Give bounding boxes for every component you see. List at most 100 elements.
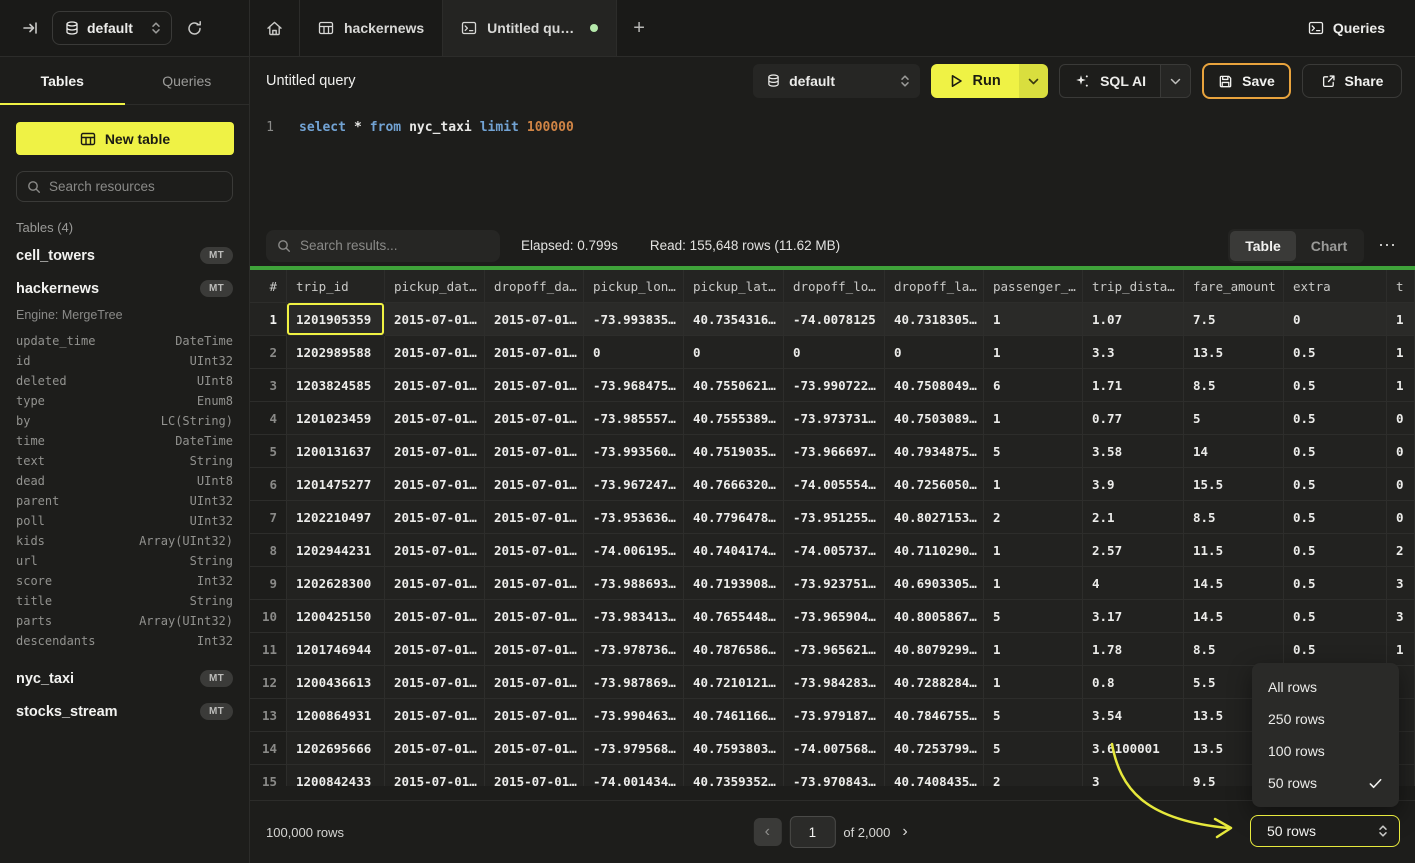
cell[interactable]: 40.7318305…	[885, 303, 984, 336]
sql-editor[interactable]: 1select*fromnyc_taxilimit100000	[250, 105, 1415, 225]
cell[interactable]: 40.7110290…	[885, 534, 984, 567]
cell[interactable]: -73.990722…	[784, 369, 885, 402]
sidebar-tab-queries[interactable]: Queries	[125, 57, 250, 104]
cell[interactable]: -73.978736…	[584, 633, 684, 666]
queries-button[interactable]: Queries	[1308, 20, 1385, 36]
tab-hackernews[interactable]: hackernews	[300, 0, 443, 56]
cell[interactable]: 2015-07-01…	[485, 336, 584, 369]
view-chart-button[interactable]: Chart	[1296, 231, 1362, 261]
cell[interactable]: 3.6100001	[1083, 732, 1184, 765]
row-number[interactable]: 14	[250, 732, 287, 765]
cell[interactable]: 13.5	[1184, 336, 1284, 369]
column-header[interactable]: extra	[1284, 270, 1387, 303]
cell[interactable]: 0.5	[1284, 336, 1387, 369]
cell[interactable]: 2015-07-01…	[385, 501, 485, 534]
cell[interactable]: 1200436613	[287, 666, 385, 699]
cell[interactable]: 14.5	[1184, 600, 1284, 633]
save-button[interactable]: Save	[1202, 63, 1291, 99]
cell[interactable]: -73.993560…	[584, 435, 684, 468]
cell[interactable]: 40.7519035…	[684, 435, 784, 468]
row-number[interactable]: 11	[250, 633, 287, 666]
cell[interactable]: 40.8005867…	[885, 600, 984, 633]
cell[interactable]: 1	[984, 468, 1083, 501]
cell[interactable]: 0.5	[1284, 633, 1387, 666]
cell[interactable]: 40.7404174…	[684, 534, 784, 567]
cell[interactable]: 2	[1387, 534, 1415, 567]
row-number[interactable]: 2	[250, 336, 287, 369]
cell[interactable]: 2015-07-01…	[385, 435, 485, 468]
cell[interactable]: 3	[1387, 567, 1415, 600]
column-header[interactable]: trip_dista…	[1083, 270, 1184, 303]
cell[interactable]: 1200842433	[287, 765, 385, 786]
cell[interactable]: 5	[984, 435, 1083, 468]
cell[interactable]: 40.7503089…	[885, 402, 984, 435]
cell[interactable]: 3.58	[1083, 435, 1184, 468]
cell[interactable]: -73.953636…	[584, 501, 684, 534]
cell[interactable]: 40.7288284…	[885, 666, 984, 699]
results-search[interactable]	[266, 230, 500, 262]
results-search-input[interactable]	[300, 238, 489, 253]
cell[interactable]: 1200425150	[287, 600, 385, 633]
cell[interactable]: -73.979187…	[784, 699, 885, 732]
cell[interactable]: 40.7846755…	[885, 699, 984, 732]
cell[interactable]: 2015-07-01…	[385, 336, 485, 369]
share-button[interactable]: Share	[1302, 64, 1402, 98]
cell[interactable]: 40.7796478…	[684, 501, 784, 534]
cell[interactable]: 40.7354316…	[684, 303, 784, 336]
cell[interactable]: 2015-07-01…	[385, 369, 485, 402]
row-number[interactable]: 13	[250, 699, 287, 732]
cell[interactable]: 2015-07-01…	[385, 468, 485, 501]
cell[interactable]: -73.985557…	[584, 402, 684, 435]
cell[interactable]: 2	[984, 501, 1083, 534]
cell[interactable]: 0.8	[1083, 666, 1184, 699]
cell[interactable]: 0.5	[1284, 435, 1387, 468]
row-number[interactable]: 7	[250, 501, 287, 534]
cell[interactable]: 11.5	[1184, 534, 1284, 567]
cell[interactable]: 2015-07-01…	[385, 303, 485, 336]
cell[interactable]: 2015-07-01…	[485, 633, 584, 666]
row-number[interactable]: 10	[250, 600, 287, 633]
row-number-header[interactable]: #	[250, 270, 287, 303]
cell[interactable]: 2015-07-01…	[385, 600, 485, 633]
cell[interactable]: 40.7508049…	[885, 369, 984, 402]
cell[interactable]: 0.5	[1284, 468, 1387, 501]
cell[interactable]: 2015-07-01…	[485, 600, 584, 633]
cell[interactable]: 3.9	[1083, 468, 1184, 501]
cell[interactable]: 40.6903305…	[885, 567, 984, 600]
cell[interactable]: -74.005737…	[784, 534, 885, 567]
cell[interactable]: 40.8079299…	[885, 633, 984, 666]
cell[interactable]: 2.1	[1083, 501, 1184, 534]
cell[interactable]: 1	[984, 534, 1083, 567]
row-number[interactable]: 8	[250, 534, 287, 567]
cell[interactable]: 1	[984, 666, 1083, 699]
cell[interactable]: 40.7655448…	[684, 600, 784, 633]
cell[interactable]: 40.7253799…	[885, 732, 984, 765]
cell[interactable]: 5	[984, 732, 1083, 765]
row-number[interactable]: 1	[250, 303, 287, 336]
cell[interactable]: 1202695666	[287, 732, 385, 765]
previous-page-button[interactable]: ‹	[753, 818, 781, 846]
sidebar-table-nyc-taxi[interactable]: nyc_taxi MT	[0, 662, 249, 695]
cell[interactable]: 40.7934875…	[885, 435, 984, 468]
cell[interactable]: -73.967247…	[584, 468, 684, 501]
cell[interactable]: 2015-07-01…	[385, 402, 485, 435]
sidebar-table-stocks-stream[interactable]: stocks_stream MT	[0, 695, 249, 728]
cell[interactable]: 1200864931	[287, 699, 385, 732]
sql-ai-button[interactable]: SQL AI	[1060, 65, 1160, 97]
column-header[interactable]: dropoff_lo…	[784, 270, 885, 303]
cell[interactable]: -73.987869…	[584, 666, 684, 699]
cell[interactable]: 1	[984, 336, 1083, 369]
cell[interactable]: 14	[1184, 435, 1284, 468]
tab-home[interactable]	[250, 0, 300, 56]
cell[interactable]: 4	[1083, 567, 1184, 600]
cell[interactable]: -73.966697…	[784, 435, 885, 468]
cell[interactable]: 1.78	[1083, 633, 1184, 666]
sidebar-table-hackernews[interactable]: hackernews MT	[0, 272, 249, 305]
cell[interactable]: 0	[1387, 468, 1415, 501]
menu-item-250-rows[interactable]: 250 rows	[1252, 703, 1399, 735]
row-number[interactable]: 5	[250, 435, 287, 468]
cell[interactable]: 14.5	[1184, 567, 1284, 600]
cell[interactable]: 2015-07-01…	[485, 765, 584, 786]
cell[interactable]: 0	[1387, 435, 1415, 468]
cell[interactable]: 2015-07-01…	[485, 501, 584, 534]
